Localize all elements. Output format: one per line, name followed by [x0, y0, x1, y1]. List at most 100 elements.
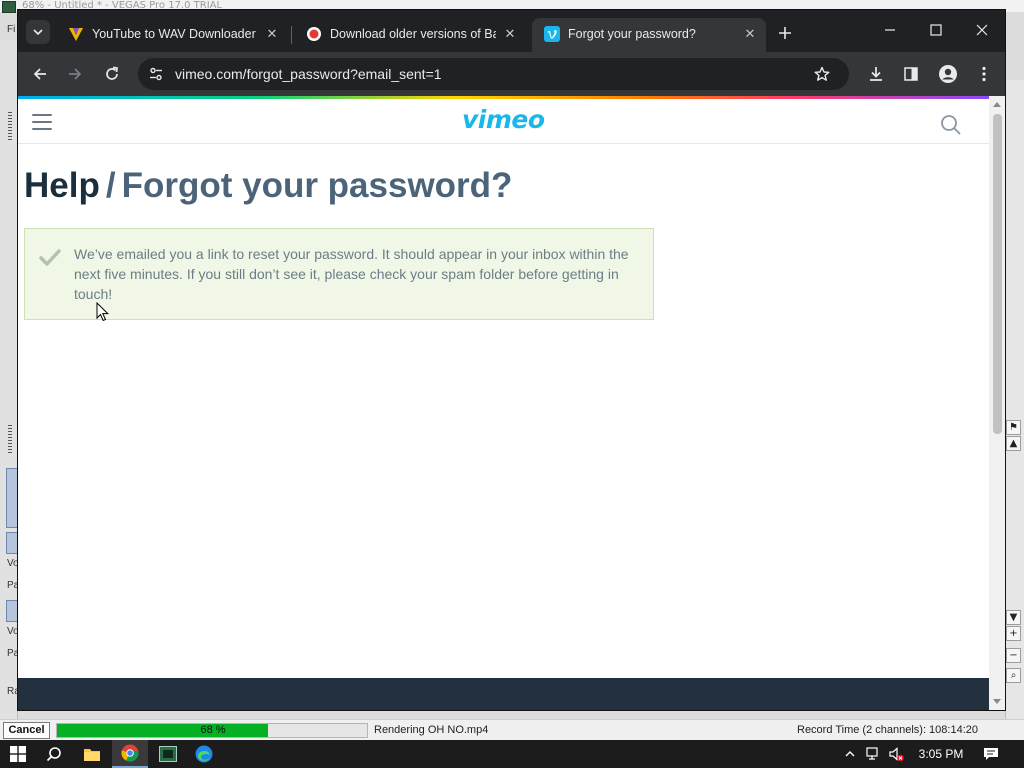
arrow-right-icon: [69, 68, 82, 80]
tab-divider: [291, 26, 292, 44]
site-info-icon[interactable]: [146, 64, 166, 84]
address-bar[interactable]: vimeo.com/forgot_password?email_sent=1: [138, 58, 849, 90]
side-panel-button[interactable]: [899, 62, 923, 86]
render-progress-bar: 68 %: [56, 723, 368, 738]
panel-grip: [8, 112, 12, 142]
edge-taskbar-button[interactable]: [186, 740, 222, 768]
marker-icon[interactable]: ⚑: [1006, 420, 1021, 435]
track-label: Vo: [7, 626, 19, 637]
tab-forgot-password[interactable]: Forgot your password? ✕: [532, 18, 766, 52]
scroll-up-icon[interactable]: ▲: [1006, 436, 1021, 451]
render-status-bar: Cancel 68 % Rendering OH NO.mp4 Record T…: [0, 719, 1024, 740]
bookmark-star-icon[interactable]: [812, 64, 832, 84]
minimize-icon: [885, 29, 895, 31]
downloads-button[interactable]: [864, 62, 888, 86]
browser-toolbar: vimeo.com/forgot_password?email_sent=1: [18, 52, 1005, 96]
search-button[interactable]: [36, 740, 72, 768]
zoom-tool-icon[interactable]: ⌕: [1006, 668, 1021, 683]
side-panel-icon: [904, 67, 918, 81]
track-header: [6, 532, 18, 554]
search-icon[interactable]: [940, 114, 962, 136]
back-button[interactable]: [28, 62, 52, 86]
taskbar-clock[interactable]: 3:05 PM: [912, 740, 970, 768]
page-title: Help / Forgot your password?: [24, 166, 512, 206]
page-viewport: vimeo Help / Forgot your password? We’ve e…: [18, 96, 989, 710]
maximize-button[interactable]: [913, 16, 959, 44]
close-tab-icon[interactable]: ✕: [742, 26, 758, 42]
show-hidden-icons-chevron-icon[interactable]: [842, 746, 858, 762]
file-explorer-button[interactable]: [74, 740, 110, 768]
folder-icon: [84, 749, 100, 761]
windows-logo-icon: [10, 746, 26, 762]
tab-youtube-to-wav[interactable]: YouTube to WAV Downloader ✕: [56, 18, 288, 52]
minimize-button[interactable]: [867, 16, 913, 44]
checkmark-icon: [39, 249, 61, 266]
hamburger-menu-icon[interactable]: [32, 113, 54, 131]
breadcrumb-separator: /: [105, 166, 116, 205]
volume-muted-icon[interactable]: [888, 746, 904, 762]
vegas-taskbar-button[interactable]: [150, 740, 186, 768]
new-tab-button[interactable]: [774, 22, 796, 44]
record-time-label: Record Time (2 channels): 108:14:20: [797, 724, 978, 736]
arrow-left-icon: [33, 68, 46, 80]
chevron-down-icon: [33, 29, 43, 36]
close-window-button[interactable]: [959, 16, 1005, 44]
rendering-file-label: Rendering OH NO.mp4: [374, 724, 489, 736]
tab-title: Download older versions of Ban: [330, 27, 496, 41]
tab-strip: YouTube to WAV Downloader ✕ Download old…: [18, 10, 1005, 52]
alert-message: We’ve emailed you a link to reset your p…: [74, 246, 629, 302]
track-label: Vo: [7, 558, 19, 569]
vegas-app-icon: [2, 1, 16, 13]
reload-icon: [106, 66, 118, 80]
maximize-icon: [930, 24, 942, 36]
cancel-render-button[interactable]: Cancel: [3, 722, 50, 739]
url-text[interactable]: vimeo.com/forgot_password?email_sent=1: [175, 66, 442, 82]
browser-window: YouTube to WAV Downloader ✕ Download old…: [18, 10, 1005, 710]
close-tab-icon[interactable]: ✕: [502, 26, 518, 42]
profile-button[interactable]: [936, 62, 960, 86]
browser-menu-button[interactable]: [972, 62, 996, 86]
breadcrumb-help-link[interactable]: Help: [24, 166, 100, 205]
tab-title: Forgot your password?: [568, 27, 696, 41]
scroll-down-arrow-icon[interactable]: [993, 699, 1001, 704]
breadcrumb-current: Forgot your password?: [121, 166, 513, 205]
close-icon: [976, 24, 988, 36]
panel-grip: [8, 425, 12, 455]
search-icon: [46, 747, 61, 762]
network-icon[interactable]: [866, 746, 882, 762]
close-tab-icon[interactable]: ✕: [264, 26, 280, 42]
forward-button[interactable]: [63, 62, 87, 86]
vimeo-logo[interactable]: vimeo: [462, 105, 545, 134]
record-icon: [307, 27, 321, 41]
site-footer: [18, 678, 989, 710]
tab-download-older-versions[interactable]: Download older versions of Ban ✕: [294, 18, 526, 52]
zoom-out-icon[interactable]: −: [1006, 648, 1021, 663]
track-header: [6, 600, 18, 622]
zoom-in-icon[interactable]: +: [1006, 626, 1021, 641]
download-icon: [870, 67, 882, 81]
start-button[interactable]: [0, 740, 36, 768]
chrome-taskbar-button[interactable]: [112, 740, 148, 768]
profile-icon: [939, 65, 957, 83]
plus-icon: [779, 27, 791, 39]
chrome-icon: [121, 744, 139, 762]
tab-title: YouTube to WAV Downloader: [92, 27, 256, 41]
windows-taskbar: 3:05 PM: [0, 740, 1024, 768]
v-logo-icon: [69, 28, 83, 41]
reload-button[interactable]: [100, 62, 124, 86]
scroll-down-icon[interactable]: ▼: [1006, 610, 1021, 625]
vimeo-icon: [544, 26, 560, 42]
background-menu-hint: Fi: [7, 24, 16, 35]
kebab-menu-icon: [982, 66, 986, 82]
tab-search-button[interactable]: [26, 20, 50, 44]
render-progress-text: 68 %: [200, 724, 226, 736]
success-alert: We’ve emailed you a link to reset your p…: [24, 228, 654, 320]
vegas-icon: [159, 746, 177, 762]
edge-icon: [195, 745, 213, 763]
site-header: vimeo: [18, 99, 989, 144]
notifications-icon[interactable]: [983, 746, 999, 762]
scrollbar-thumb[interactable]: [993, 114, 1002, 434]
track-header: [6, 468, 18, 528]
page-scrollbar[interactable]: [989, 96, 1005, 710]
scroll-up-arrow-icon[interactable]: [993, 102, 1001, 107]
